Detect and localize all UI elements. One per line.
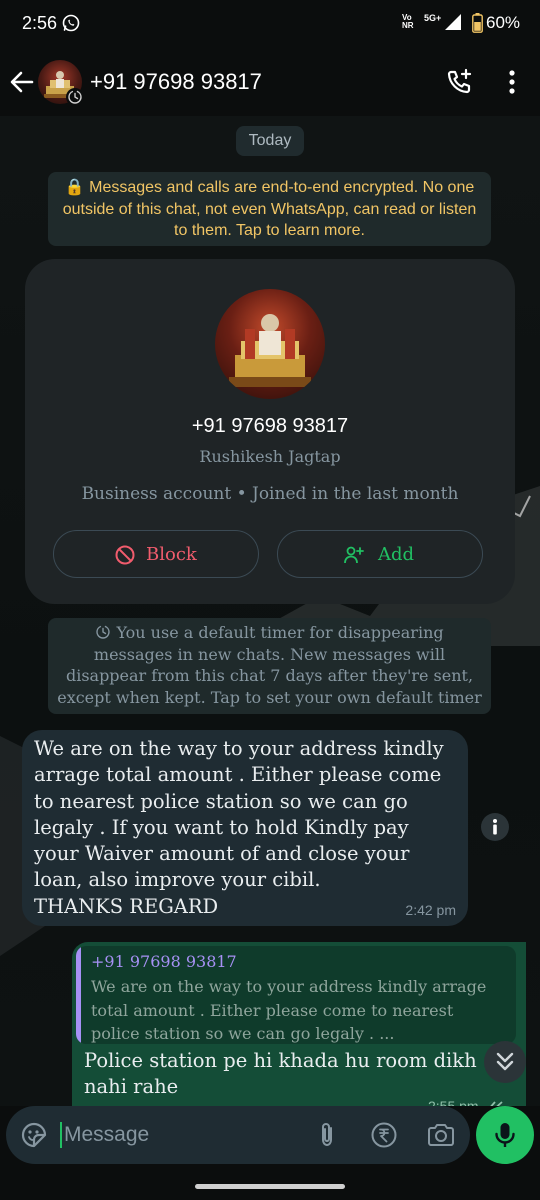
chat-area[interactable]: Today 🔒 Messages and calls are end-to-en… <box>0 116 540 1106</box>
message-input[interactable] <box>64 1116 294 1154</box>
status-bar: 2:56 Vo NR 5G+ 60% <box>0 0 540 48</box>
battery-icon <box>472 13 483 33</box>
outgoing-message-text: Police station pe hi khada hu room dikh … <box>84 1049 477 1099</box>
double-check-icon <box>490 1101 503 1106</box>
date-chip: Today <box>236 126 304 156</box>
incoming-message-text: We are on the way to your address kindly… <box>34 737 444 918</box>
microphone-icon <box>495 1123 515 1147</box>
add-call-icon[interactable] <box>445 68 473 96</box>
status-time: 2:56 <box>22 13 58 33</box>
network-label: Vo NR <box>402 13 414 30</box>
incoming-message-time: 2:42 pm <box>405 902 456 918</box>
add-person-icon <box>344 546 364 564</box>
system-nav-bar <box>0 1168 540 1200</box>
battery-percent: 60% <box>486 13 521 32</box>
message-composer <box>6 1106 470 1164</box>
disappearing-timer-icon <box>66 88 84 106</box>
disappearing-timer-notice[interactable]: You use a default timer for disappearing… <box>48 618 491 714</box>
encryption-notice[interactable]: 🔒 Messages and calls are end-to-end encr… <box>48 172 491 246</box>
block-button[interactable]: Block <box>53 530 259 578</box>
double-chevron-down-icon <box>496 1052 514 1071</box>
network-type: 5G+ <box>424 13 442 23</box>
sticker-emoji-icon[interactable] <box>20 1121 48 1149</box>
paperclip-icon[interactable] <box>314 1121 340 1149</box>
whatsapp-notification-icon <box>62 14 80 32</box>
quote-text: We are on the way to your address kindly… <box>91 977 487 1043</box>
contact-card-name: Rushikesh Jagtap <box>199 447 341 466</box>
text-cursor <box>60 1122 62 1148</box>
scroll-to-bottom-button[interactable] <box>484 1041 526 1083</box>
contact-card-phone: +91 97698 93817 <box>191 415 349 437</box>
more-options-icon[interactable] <box>500 68 524 96</box>
contact-card-meta: Business account • Joined in the last mo… <box>81 484 459 504</box>
outgoing-message-time: 2:55 pm <box>428 1098 479 1106</box>
timer-notice-text: You use a default timer for disappearing… <box>57 623 482 707</box>
block-icon <box>115 545 135 565</box>
add-label: Add <box>378 544 415 565</box>
contact-card-avatar[interactable] <box>215 289 325 399</box>
home-indicator[interactable] <box>195 1184 345 1189</box>
block-label: Block <box>146 544 197 565</box>
voice-message-button[interactable] <box>476 1106 534 1164</box>
back-arrow-icon[interactable] <box>8 68 36 96</box>
incoming-message[interactable]: We are on the way to your address kindly… <box>22 730 468 926</box>
add-contact-button[interactable]: Add <box>277 530 483 578</box>
quote-accent-bar <box>76 946 81 1044</box>
camera-icon[interactable] <box>426 1121 456 1149</box>
contact-info-card: +91 97698 93817 Rushikesh Jagtap Busines… <box>25 259 515 604</box>
signal-icon <box>445 14 461 30</box>
quote-author: +91 97698 93817 <box>91 952 237 971</box>
rupee-payment-icon[interactable] <box>370 1121 398 1149</box>
quoted-message[interactable]: +91 97698 93817 We are on the way to you… <box>76 946 516 1044</box>
timer-icon <box>96 625 111 639</box>
chat-header: +91 97698 93817 <box>0 50 540 114</box>
contact-title[interactable]: +91 97698 93817 <box>90 69 262 95</box>
outgoing-message[interactable]: +91 97698 93817 We are on the way to you… <box>72 942 526 1106</box>
info-icon[interactable] <box>481 813 509 841</box>
